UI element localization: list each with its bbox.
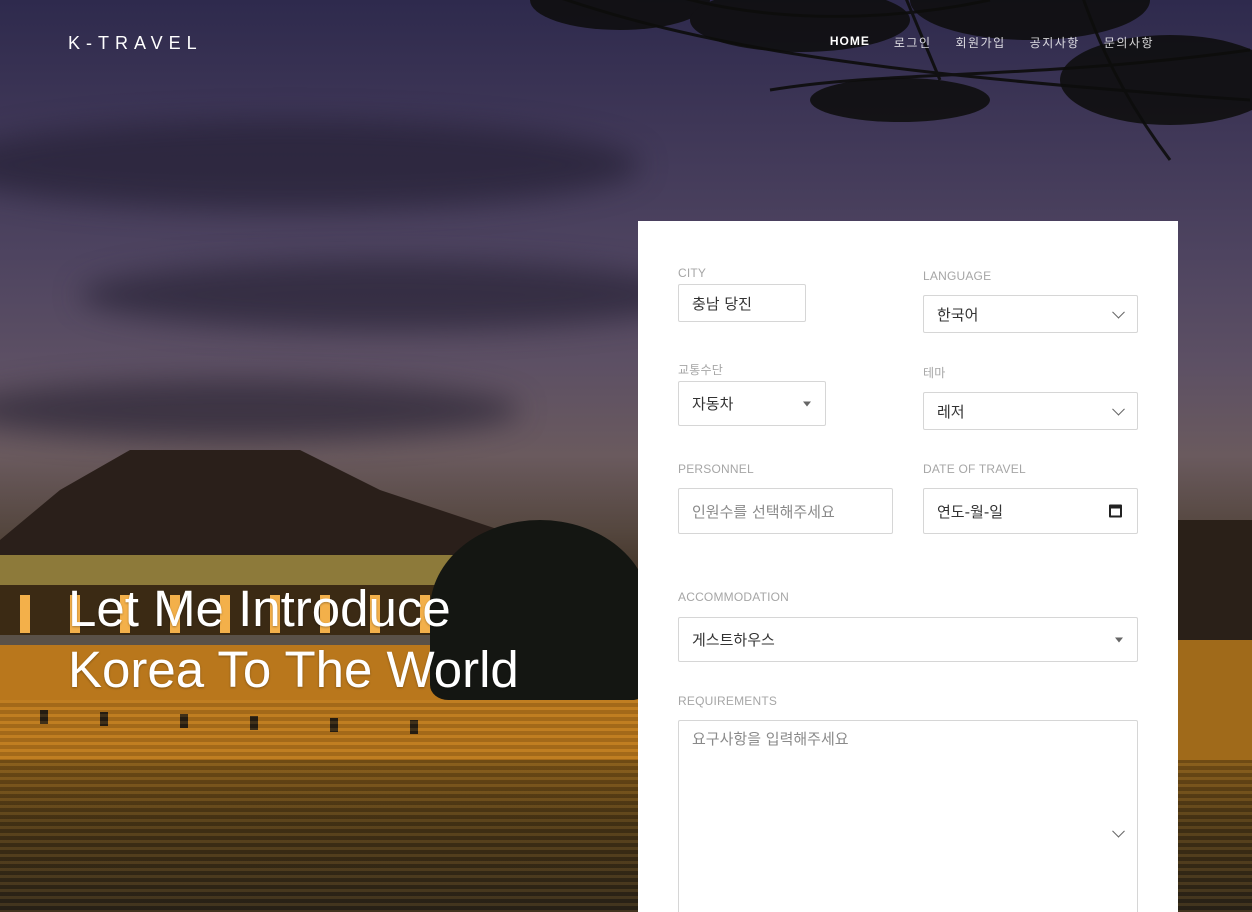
transport-select[interactable]: 자동차 (678, 381, 826, 426)
requirements-placeholder: 요구사항을 입력해주세요 (692, 730, 849, 748)
requirements-textarea[interactable]: 요구사항을 입력해주세요 (678, 720, 1138, 912)
personnel-label: PERSONNEL (678, 462, 754, 476)
personnel-placeholder: 인원수를 선택해주세요 (692, 502, 835, 521)
caret-down-icon (803, 401, 811, 406)
chevron-down-icon (1112, 305, 1125, 319)
city-input[interactable]: 충남 당진 (678, 284, 806, 322)
accommodation-label: ACCOMMODATION (678, 590, 790, 604)
nav-signup[interactable]: 회원가입 (943, 34, 1017, 51)
pavilion-right-edge (1178, 520, 1252, 640)
date-input[interactable]: 연도-월-일 (923, 488, 1138, 534)
hero-line-1: Let Me Introduce (68, 580, 451, 637)
nav-notice[interactable]: 공지사항 (1018, 34, 1092, 51)
calendar-icon[interactable] (1109, 504, 1122, 518)
hero-heading: Let Me Introduce Korea To The World (68, 578, 519, 700)
requirements-label: REQUIREMENTS (678, 694, 778, 708)
date-value: 연도-월-일 (937, 502, 1004, 521)
theme-label: 테마 (923, 366, 946, 380)
city-label: CITY (678, 266, 707, 280)
main-navigation: HOME 로그인 회원가입 공지사항 문의사항 (818, 34, 1166, 51)
nav-inquiry[interactable]: 문의사항 (1092, 34, 1166, 51)
nav-home[interactable]: HOME (818, 34, 882, 51)
accommodation-select[interactable]: 게스트하우스 (678, 617, 1138, 662)
language-value: 한국어 (937, 305, 979, 324)
transport-value: 자동차 (692, 395, 734, 413)
language-select[interactable]: 한국어 (923, 295, 1138, 333)
brand-logo[interactable]: K-TRAVEL (68, 33, 203, 54)
chevron-down-icon (1112, 402, 1125, 416)
theme-value: 레저 (937, 402, 965, 421)
travel-request-form: CITY 충남 당진 LANGUAGE 한국어 교통수단 자동차 테마 레저 P… (638, 221, 1178, 912)
theme-select[interactable]: 레저 (923, 392, 1138, 430)
chevron-down-icon (1112, 824, 1125, 838)
hero-line-2: Korea To The World (68, 641, 519, 698)
city-value: 충남 당진 (692, 294, 752, 313)
personnel-input[interactable]: 인원수를 선택해주세요 (678, 488, 893, 534)
accommodation-value: 게스트하우스 (692, 631, 775, 649)
language-label: LANGUAGE (923, 269, 992, 283)
nav-login[interactable]: 로그인 (882, 34, 944, 51)
transport-label: 교통수단 (678, 363, 723, 377)
date-label: DATE OF TRAVEL (923, 462, 1026, 476)
caret-down-icon (1115, 637, 1123, 642)
